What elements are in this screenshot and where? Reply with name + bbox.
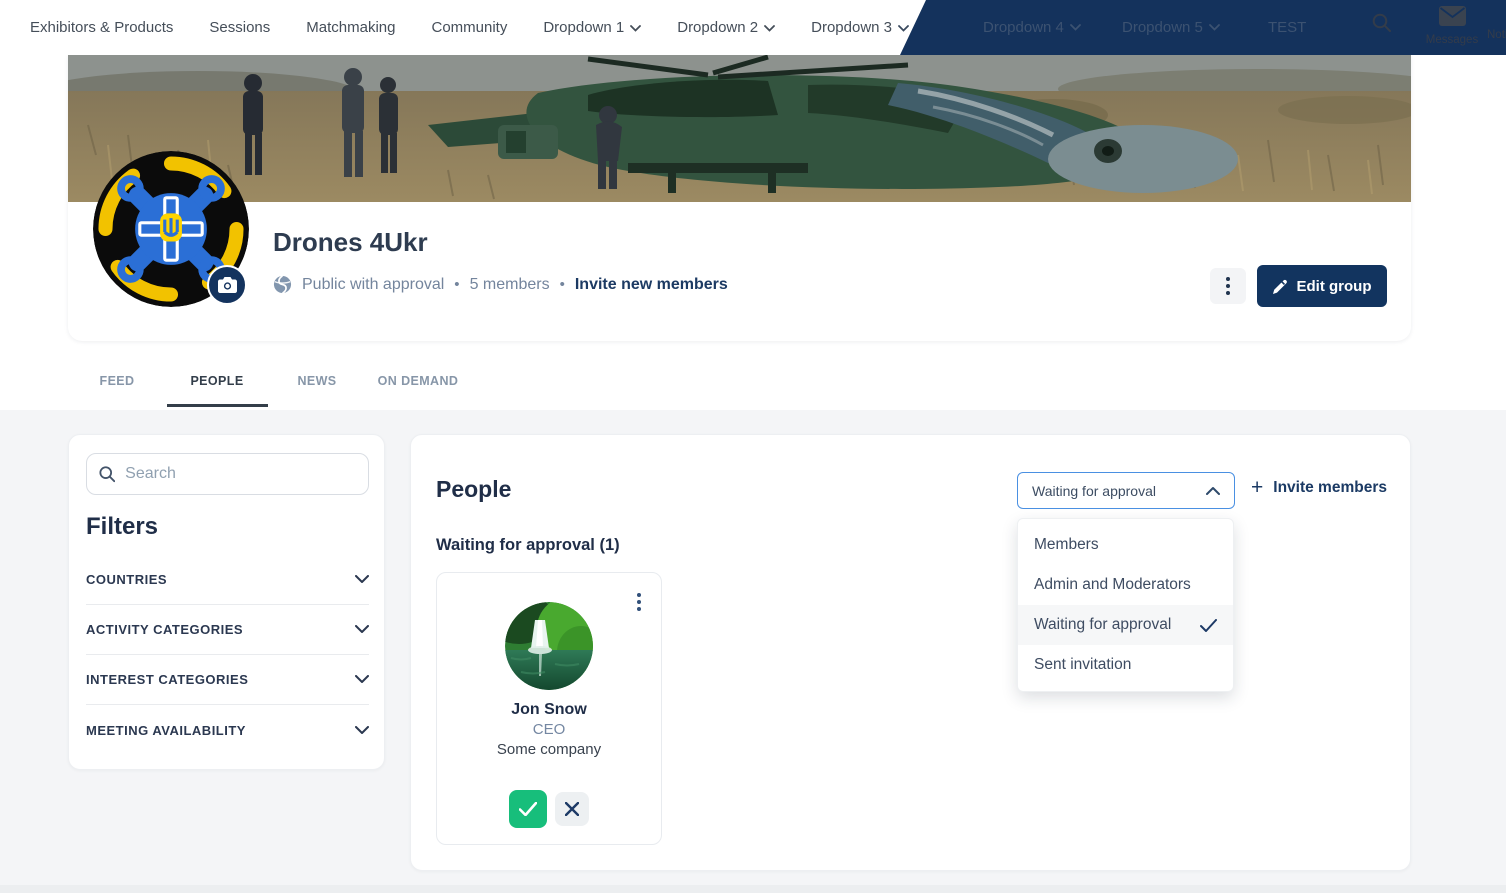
group-title: Drones 4Ukr [273, 227, 428, 258]
group-tabs: FEED PEOPLE NEWS ON DEMAND [0, 358, 1506, 410]
invite-members-button[interactable]: + Invite members [1251, 477, 1387, 498]
nav-sessions[interactable]: Sessions [209, 19, 270, 36]
nav-dropdown-1[interactable]: Dropdown 1 [543, 19, 641, 36]
edit-group-label: Edit group [1297, 278, 1372, 295]
group-privacy: Public with approval [302, 276, 444, 294]
people-panel: People Waiting for approval (1) Waiting … [410, 434, 1411, 871]
close-icon [565, 802, 579, 816]
people-title: People [436, 476, 511, 503]
globe-icon [273, 275, 292, 294]
search-input[interactable] [125, 465, 356, 483]
chevron-down-icon [355, 575, 369, 584]
search-icon [1372, 13, 1391, 32]
group-members-count[interactable]: 5 members [470, 276, 550, 294]
member-avatar [505, 602, 593, 690]
plus-icon: + [1251, 477, 1263, 498]
member-actions [437, 790, 661, 828]
nav-test[interactable]: TEST [1268, 0, 1306, 55]
nav-notifications-button[interactable]: Notifications [1487, 29, 1506, 41]
pencil-icon [1273, 279, 1288, 294]
change-photo-button[interactable] [207, 265, 247, 305]
check-icon [1200, 619, 1217, 632]
option-sent-invitation[interactable]: Sent invitation [1018, 645, 1233, 685]
active-tab-underline [167, 404, 268, 407]
group-header-card: Drones 4Ukr Public with approval • 5 mem… [68, 55, 1411, 341]
option-waiting-for-approval[interactable]: Waiting for approval [1018, 605, 1233, 645]
filter-activity-categories[interactable]: ACTIVITY CATEGORIES [86, 605, 369, 655]
chevron-down-icon [355, 625, 369, 634]
member-filter-dropdown-menu: Members Admin and Moderators Waiting for… [1017, 518, 1234, 692]
top-navigation-bar: Exhibitors & Products Sessions Matchmaki… [0, 0, 1506, 55]
nav-messages-button[interactable]: Messages [1424, 6, 1480, 46]
nav-search-button[interactable] [1372, 13, 1391, 37]
tab-feed[interactable]: FEED [100, 374, 135, 388]
filter-countries[interactable]: COUNTRIES [86, 555, 369, 605]
waiting-section-title: Waiting for approval (1) [436, 536, 620, 555]
chevron-up-icon [1206, 486, 1220, 495]
member-position: CEO [437, 721, 661, 738]
reject-member-button[interactable] [555, 792, 589, 826]
member-filter-value: Waiting for approval [1032, 483, 1156, 499]
chevron-down-icon [898, 25, 909, 32]
meta-separator: • [560, 276, 565, 293]
option-members[interactable]: Members [1018, 525, 1233, 565]
group-meta-row: Public with approval • 5 members • Invit… [273, 275, 728, 294]
chevron-down-icon [764, 25, 775, 32]
nav-exhibitors-products[interactable]: Exhibitors & Products [30, 19, 173, 36]
nav-dropdown-5[interactable]: Dropdown 5 [1122, 0, 1220, 55]
nav-community[interactable]: Community [431, 19, 507, 36]
filters-panel: Filters COUNTRIES ACTIVITY CATEGORIES IN… [68, 434, 385, 770]
nav-matchmaking[interactable]: Matchmaking [306, 19, 395, 36]
tab-on-demand[interactable]: ON DEMAND [378, 374, 459, 388]
member-company: Some company [437, 741, 661, 758]
filter-interest-categories[interactable]: INTEREST CATEGORIES [86, 655, 369, 705]
edit-group-button[interactable]: Edit group [1257, 265, 1387, 307]
tab-news[interactable]: NEWS [297, 374, 336, 388]
chevron-down-icon [355, 726, 369, 735]
camera-icon [218, 277, 237, 293]
member-card[interactable]: Jon Snow CEO Some company [436, 572, 662, 845]
group-banner-image [68, 55, 1411, 202]
footer-strip [0, 885, 1506, 893]
option-admin-and-moderators[interactable]: Admin and Moderators [1018, 565, 1233, 605]
nav-dropdown-4[interactable]: Dropdown 4 [983, 0, 1081, 55]
banner-photo-illustration [68, 55, 1411, 202]
check-icon [519, 802, 537, 816]
approve-member-button[interactable] [509, 790, 547, 828]
tab-people[interactable]: PEOPLE [190, 374, 243, 388]
group-more-options-button[interactable] [1210, 268, 1246, 304]
search-box[interactable] [86, 453, 369, 495]
chevron-down-icon [355, 675, 369, 684]
chevron-down-icon [1209, 24, 1220, 31]
nav-left-items: Exhibitors & Products Sessions Matchmaki… [30, 0, 909, 55]
filter-meeting-availability[interactable]: MEETING AVAILABILITY [86, 705, 369, 755]
member-name: Jon Snow [437, 701, 661, 719]
nav-dropdown-3[interactable]: Dropdown 3 [811, 19, 909, 36]
filter-list: COUNTRIES ACTIVITY CATEGORIES INTEREST C… [86, 555, 369, 755]
invite-new-members-link[interactable]: Invite new members [575, 276, 728, 294]
waterfall-avatar-illustration [505, 602, 593, 690]
meta-separator: • [454, 276, 459, 293]
messages-label: Messages [1424, 34, 1480, 46]
page: Drones 4Ukr Public with approval • 5 mem… [0, 0, 1506, 893]
envelope-icon [1439, 6, 1466, 26]
member-filter-select[interactable]: Waiting for approval [1017, 472, 1235, 509]
nav-dropdown-2[interactable]: Dropdown 2 [677, 19, 775, 36]
filters-title: Filters [86, 513, 158, 541]
member-more-options-button[interactable] [637, 593, 641, 611]
chevron-down-icon [1070, 24, 1081, 31]
chevron-down-icon [630, 25, 641, 32]
search-icon [99, 465, 115, 483]
